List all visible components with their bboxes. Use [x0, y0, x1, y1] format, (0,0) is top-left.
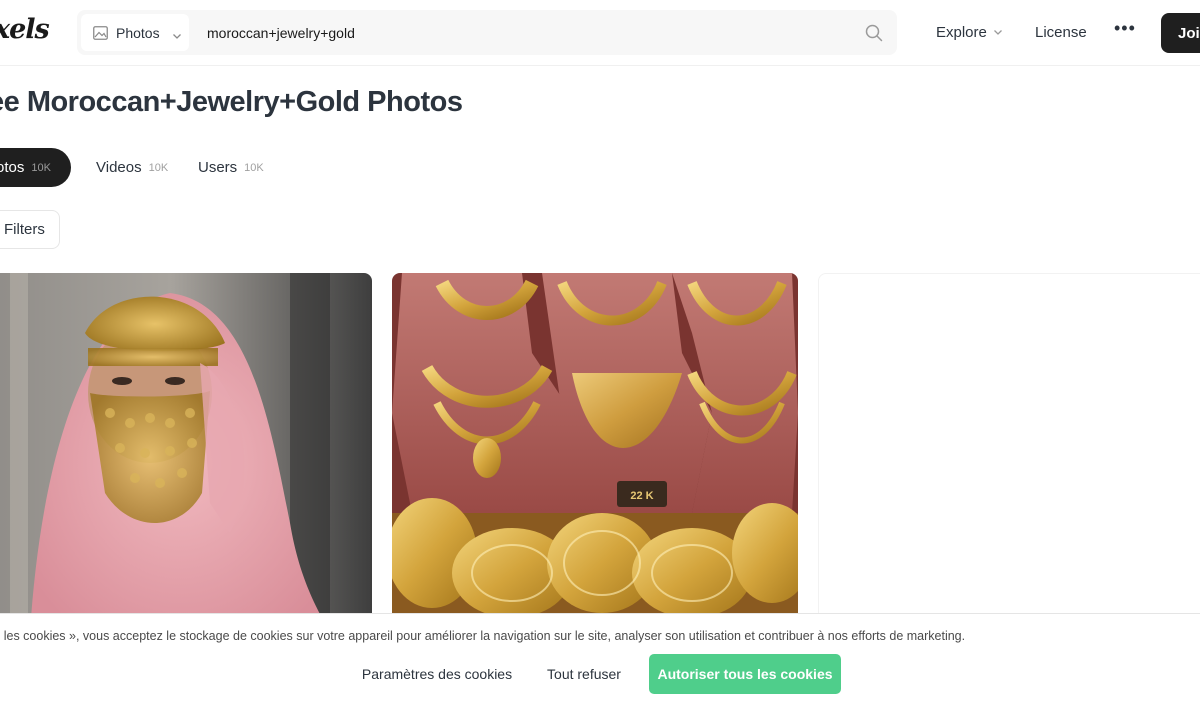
cookie-settings-button[interactable]: Paramètres des cookies — [352, 654, 522, 694]
filters-label: Filters — [4, 221, 45, 238]
photo-card[interactable]: 22 K — [392, 273, 798, 633]
join-button[interactable]: Join — [1161, 13, 1200, 53]
cookie-banner: s les cookies », vous acceptez le stocka… — [0, 613, 1200, 708]
photo-card[interactable] — [0, 273, 372, 633]
search-type-dropdown[interactable]: Photos — [81, 14, 189, 51]
chevron-down-icon — [993, 24, 1003, 41]
tab-photos[interactable]: otos 10K — [0, 148, 71, 187]
nav-explore-label: Explore — [936, 24, 987, 41]
tab-count: 10K — [148, 161, 169, 174]
chevron-down-icon — [172, 28, 182, 39]
svg-text:22 K: 22 K — [630, 490, 653, 502]
nav-explore[interactable]: Explore — [936, 24, 1003, 41]
photo-card-placeholder[interactable] — [818, 273, 1200, 633]
search-type-label: Photos — [116, 24, 160, 41]
nav-license[interactable]: License — [1035, 24, 1087, 41]
tab-label: otos — [0, 159, 25, 176]
tab-label: Users — [198, 159, 238, 176]
cookie-refuse-button[interactable]: Tout refuser — [534, 654, 634, 694]
filters-button[interactable]: Filters — [0, 210, 60, 249]
cookie-accept-button[interactable]: Autoriser tous les cookies — [649, 654, 841, 694]
tab-videos[interactable]: Videos 10K — [96, 148, 168, 187]
search-icon[interactable] — [863, 22, 885, 44]
image-icon — [93, 25, 108, 40]
tab-label: Videos — [96, 159, 142, 176]
search-bar: Photos — [77, 10, 897, 55]
tab-count: 10K — [31, 161, 51, 174]
pexels-logo[interactable]: xels — [0, 14, 50, 45]
more-menu-icon[interactable]: ••• — [1114, 18, 1136, 39]
search-input[interactable] — [207, 22, 857, 44]
tab-count: 10K — [244, 161, 264, 174]
page-title: ee Moroccan+Jewelry+Gold Photos — [0, 86, 463, 118]
top-navbar: xels Photos Explore Lic — [0, 0, 1200, 66]
photo-gold-jewelry-display: 22 K — [392, 273, 798, 633]
cookie-text: s les cookies », vous acceptez le stocka… — [0, 629, 966, 643]
photo-woman-pink-veil — [0, 273, 372, 633]
tab-users[interactable]: Users 10K — [198, 148, 264, 187]
